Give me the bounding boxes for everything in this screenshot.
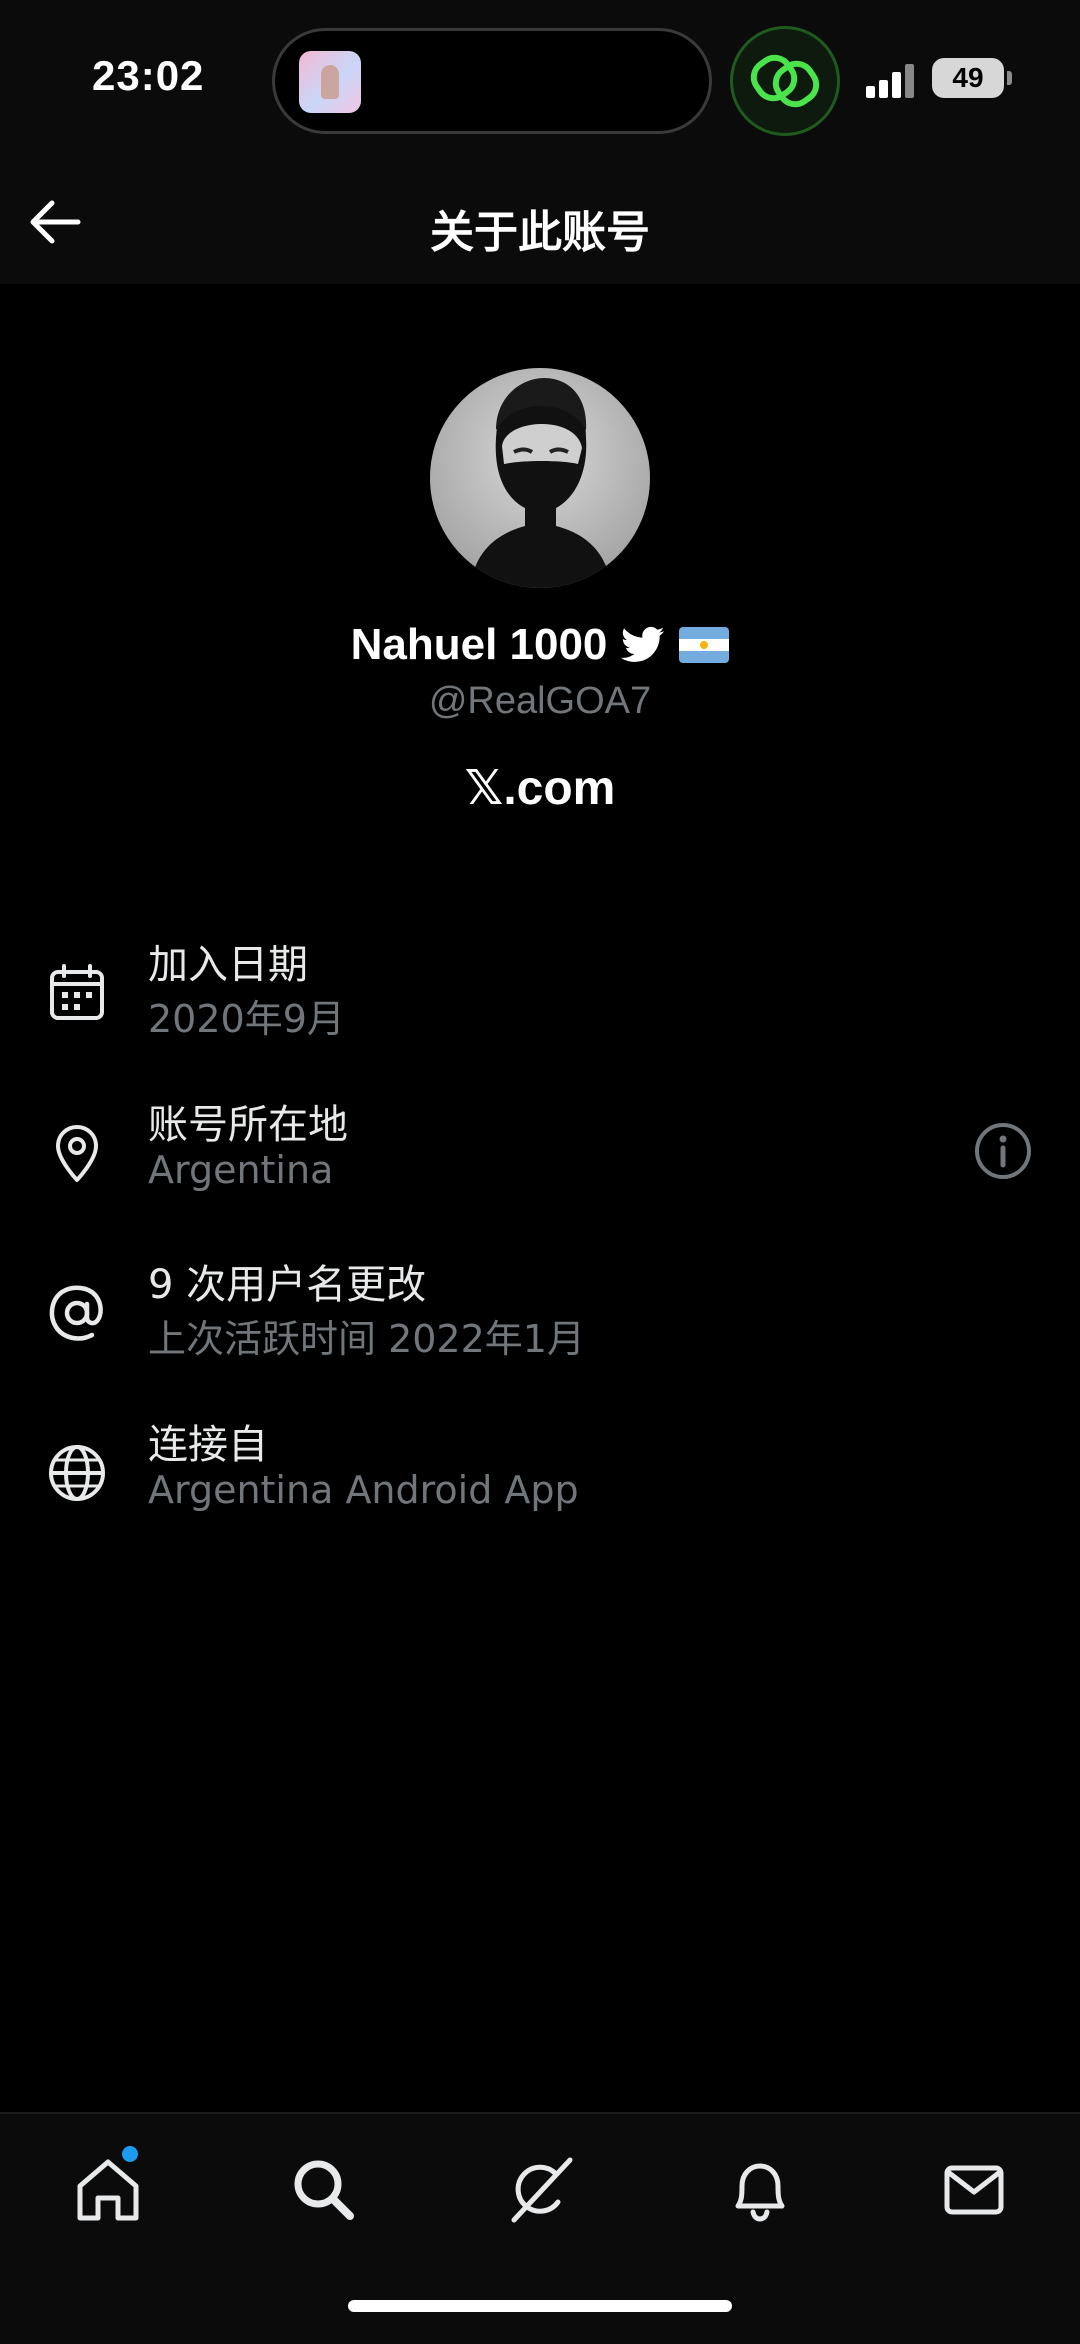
calendar-icon (50, 964, 104, 1020)
info-value: Argentina (148, 1148, 334, 1192)
nav-search[interactable] (284, 2150, 364, 2230)
page-title: 关于此账号 (430, 207, 650, 258)
user-handle: @RealGOA7 (428, 680, 652, 722)
info-title: 账号所在地 (148, 1102, 348, 1148)
info-row-username-changes: 9 次用户名更改 上次活跃时间 2022年1月 (0, 1250, 1080, 1370)
info-row-account-location: 账号所在地 Argentina (0, 1090, 1080, 1210)
globe-icon (49, 1445, 105, 1501)
argentina-flag-icon (679, 627, 730, 663)
info-title: 连接自 (148, 1422, 268, 1468)
home-icon (77, 2159, 139, 2221)
grok-icon (511, 2157, 573, 2223)
source-site-label: 𝕏.com (464, 762, 616, 815)
info-icon (975, 1123, 1031, 1179)
notification-dot (122, 2146, 138, 2162)
search-icon (294, 2160, 354, 2220)
nav-messages[interactable] (934, 2150, 1014, 2230)
nav-grok[interactable] (500, 2150, 580, 2230)
link-activity-indicator[interactable] (730, 26, 840, 136)
info-title: 加入日期 (148, 942, 308, 988)
info-title: 9 次用户名更改 (148, 1262, 427, 1308)
top-app-bar: 关于此账号 (0, 160, 1080, 284)
bell-icon (735, 2163, 785, 2222)
nav-notifications[interactable] (720, 2150, 800, 2230)
info-row-join-date: 加入日期 2020年9月 (0, 930, 1080, 1050)
at-sign-icon (49, 1285, 103, 1341)
twitter-bird-icon (621, 626, 665, 662)
profile-name-row: Nahuel 1000 (0, 620, 1080, 670)
now-playing-thumbnail[interactable] (299, 51, 361, 113)
battery-indicator: 49 (932, 58, 1012, 98)
home-indicator[interactable] (348, 2300, 732, 2312)
info-value: Argentina Android App (148, 1468, 579, 1512)
status-time: 23:02 (92, 52, 205, 99)
cellular-signal-icon (866, 62, 922, 98)
info-row-connected-via: 连接自 Argentina Android App (0, 1410, 1080, 1530)
mail-icon (944, 2165, 1004, 2215)
link-icon (750, 54, 820, 108)
avatar (430, 368, 650, 588)
dynamic-island[interactable] (272, 28, 712, 134)
info-value: 上次活跃时间 2022年1月 (148, 1317, 585, 1361)
location-info-button[interactable] (972, 1120, 1034, 1182)
info-value: 2020年9月 (148, 997, 345, 1041)
nav-home[interactable] (68, 2146, 148, 2230)
location-pin-icon (56, 1125, 98, 1182)
avatar-image (470, 378, 612, 588)
status-bar: 23:02 49 (0, 0, 1080, 160)
display-name: Nahuel 1000 (350, 620, 608, 669)
